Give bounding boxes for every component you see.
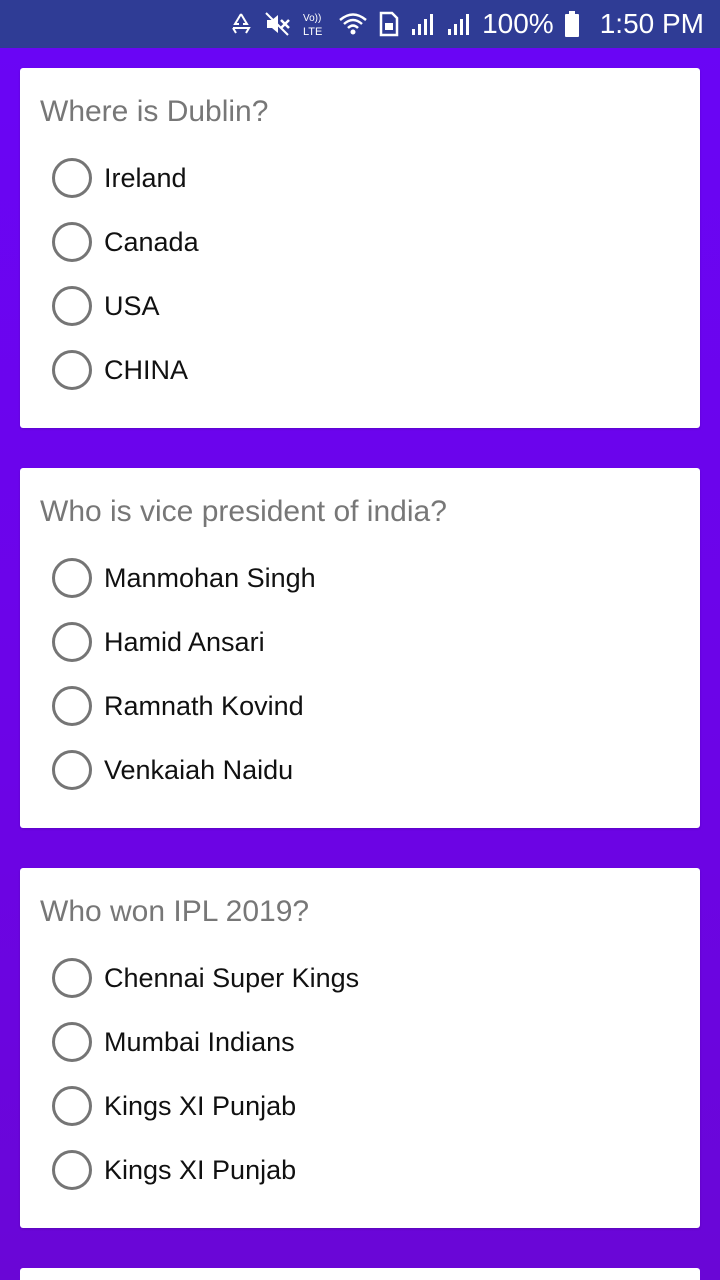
question-text: Where is Dublin? (40, 95, 269, 128)
answer-option[interactable]: Kings XI Punjab (40, 1074, 680, 1138)
option-label: Manmohan Singh (104, 562, 316, 593)
radio-button[interactable] (52, 750, 92, 790)
radio-button[interactable] (52, 686, 92, 726)
wifi-icon (338, 11, 368, 37)
question-card: Where is Dublin? Ireland Canada USA CHIN… (20, 68, 700, 428)
sim-icon (378, 11, 400, 37)
option-label: Hamid Ansari (104, 626, 265, 657)
mute-icon (264, 11, 292, 37)
answer-option[interactable]: CHINA (40, 338, 680, 402)
answer-option[interactable]: Mumbai Indians (40, 1010, 680, 1074)
question-card-partial (20, 1268, 700, 1280)
radio-button[interactable] (52, 222, 92, 262)
radio-button[interactable] (52, 1150, 92, 1190)
signal-icon (446, 11, 472, 37)
radio-button[interactable] (52, 958, 92, 998)
answer-option[interactable]: Ireland (40, 146, 680, 210)
radio-button[interactable] (52, 558, 92, 598)
answer-option[interactable]: Venkaiah Naidu (40, 738, 680, 802)
option-label: Venkaiah Naidu (104, 754, 294, 785)
recycle-icon (228, 11, 254, 37)
status-bar: Vo)) LTE 100% 1:50 PM (0, 0, 720, 48)
radio-button[interactable] (52, 622, 92, 662)
battery-icon (564, 10, 580, 38)
option-label: Kings XI Punjab (104, 1090, 297, 1121)
option-label: CHINA (104, 354, 189, 385)
volte-icon: Vo)) LTE (302, 10, 328, 38)
radio-button[interactable] (52, 158, 92, 198)
option-label: Ireland (104, 162, 187, 193)
question-card: Who won IPL 2019? Chennai Super Kings Mu… (20, 868, 700, 1228)
radio-button[interactable] (52, 350, 92, 390)
question-text: Who is vice president of india? (40, 495, 447, 528)
signal-icon (410, 11, 436, 37)
answer-option[interactable]: Kings XI Punjab (40, 1138, 680, 1202)
option-label: Ramnath Kovind (104, 690, 304, 721)
option-label: Kings XI Punjab (104, 1154, 297, 1185)
answer-option[interactable]: Chennai Super Kings (40, 946, 680, 1010)
answer-option[interactable]: Canada (40, 210, 680, 274)
answer-option[interactable]: Ramnath Kovind (40, 674, 680, 738)
battery-percent: 100% (482, 8, 554, 39)
question-card: Who is vice president of india? Manmohan… (20, 468, 700, 828)
clock: 1:50 PM (599, 8, 704, 39)
question-text: Who won IPL 2019? (40, 895, 310, 928)
answer-option[interactable]: Manmohan Singh (40, 546, 680, 610)
radio-button[interactable] (52, 1022, 92, 1062)
radio-button[interactable] (52, 1086, 92, 1126)
quiz-list: Where is Dublin? Ireland Canada USA CHIN… (20, 68, 700, 1268)
option-label: Chennai Super Kings (104, 962, 360, 993)
answer-option[interactable]: USA (40, 274, 680, 338)
radio-button[interactable] (52, 286, 92, 326)
option-label: USA (104, 290, 160, 321)
svg-text:LTE: LTE (303, 26, 322, 38)
answer-option[interactable]: Hamid Ansari (40, 610, 680, 674)
option-label: Mumbai Indians (104, 1026, 295, 1057)
option-label: Canada (104, 226, 199, 257)
svg-text:Vo)): Vo)) (303, 13, 321, 24)
